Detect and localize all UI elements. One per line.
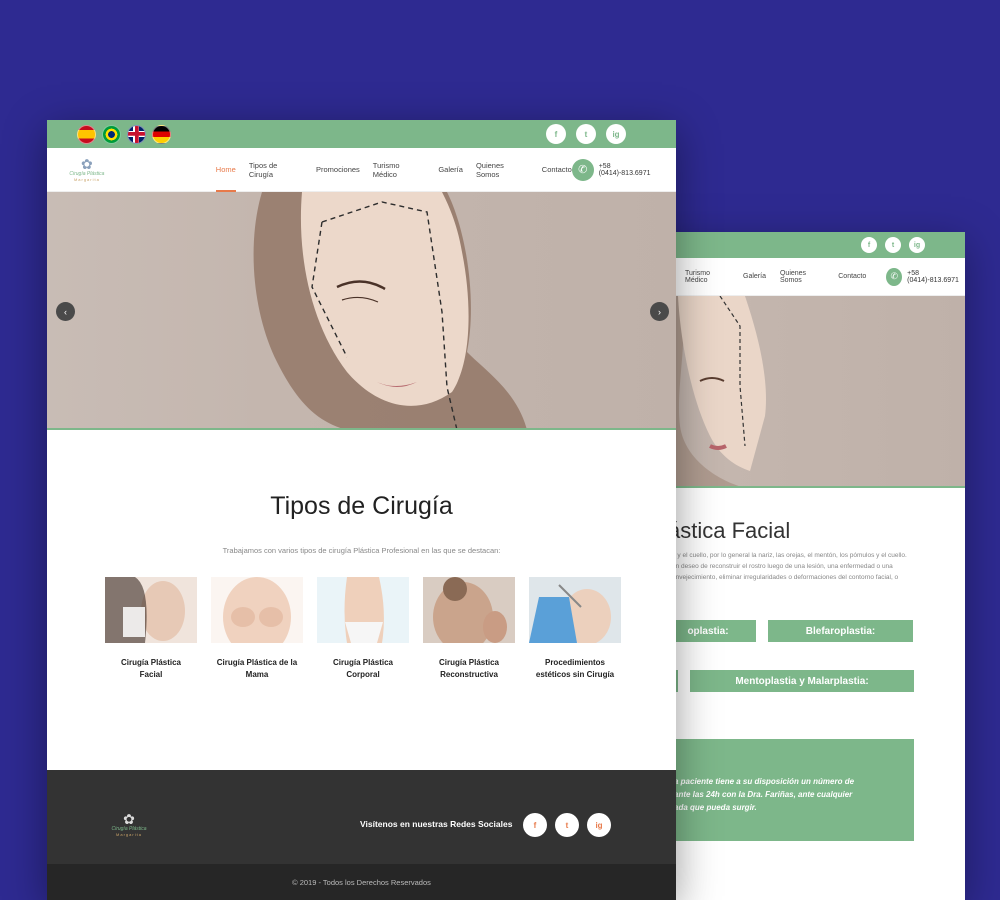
facebook-icon[interactable]: f (546, 124, 566, 144)
card-corporal-image (317, 577, 409, 643)
copyright: © 2019 - Todos los Derechos Reservados (47, 864, 676, 900)
germany-flag-icon[interactable] (152, 124, 171, 144)
flower-icon: ✿ (123, 811, 135, 827)
hero-slider: ‹ › (47, 192, 676, 430)
phone-number: +58 (0414)-813.6971 (907, 269, 959, 284)
uk-flag-icon[interactable] (127, 124, 146, 144)
card-reconstructiva[interactable]: Cirugía Plástica Reconstructiva (423, 577, 515, 681)
section-title: Tipos de Cirugía (270, 492, 453, 520)
facebook-icon[interactable]: f (523, 813, 547, 837)
social-links: f t ig (546, 124, 626, 144)
navbar: ✿ Cirugía Plástica Margarita Home Tipos … (47, 148, 676, 192)
footer-logo[interactable]: ✿ Cirugía Plástica Margarita (107, 812, 151, 837)
twitter-icon[interactable]: t (555, 813, 579, 837)
phone-number: +58 (0414)-813.6971 (598, 162, 651, 177)
nav-quienes[interactable]: Quienes Somos (780, 270, 824, 284)
front-page-mockup: f t ig ✿ Cirugía Plástica Margarita Home… (47, 120, 676, 900)
card-mama-image (211, 577, 303, 643)
card-mama-label: Cirugía Plástica de la Mama (216, 658, 298, 679)
facebook-icon[interactable]: f (861, 237, 877, 253)
nav-turismo[interactable]: Turismo Médico (685, 270, 729, 284)
nav-quienes[interactable]: Quienes Somos (476, 148, 529, 192)
brazil-flag-icon[interactable] (102, 124, 121, 144)
card-facial-image (105, 577, 197, 643)
flower-icon: ✿ (81, 156, 93, 172)
section-intro: Trabajamos con varios tipos de cirugía P… (222, 546, 501, 555)
card-mama[interactable]: Cirugía Plástica de la Mama (211, 577, 303, 681)
footer-social-links: f t ig (523, 813, 611, 837)
card-esteticos-image (529, 577, 621, 643)
face-illustration (253, 192, 527, 428)
phone-icon: ✆ (886, 267, 903, 286)
nav-tipos[interactable]: Tipos de Cirugía (249, 148, 303, 192)
nav-promociones[interactable]: Promociones (316, 148, 360, 192)
spain-flag-icon[interactable] (77, 124, 96, 144)
twitter-icon[interactable]: t (576, 124, 596, 144)
surgery-cards: Cirugía Plástica Facial Cirugía Plástica … (105, 577, 621, 681)
blefaroplastia-button[interactable]: Blefaroplastia: (768, 620, 913, 642)
card-facial-label: Cirugía Plástica Facial (120, 658, 182, 679)
topbar: f t ig (47, 120, 676, 148)
mentoplastia-button[interactable]: Mentoplastia y Malarplastia: (690, 670, 914, 692)
card-corporal-label: Cirugía Plástica Corporal (332, 658, 394, 679)
site-logo[interactable]: ✿ Cirugía Plástica Margarita (65, 157, 109, 182)
social-heading: Visítenos en nuestras Redes Sociales (360, 819, 513, 829)
back-heading: ástica Facial (668, 518, 791, 543)
card-reconstructiva-label: Cirugía Plástica Reconstructiva (438, 658, 500, 679)
slider-next-button[interactable]: › (650, 302, 669, 321)
phone-contact[interactable]: ✆ +58 (0414)-813.6971 (886, 267, 965, 286)
main-menu: Home Tipos de Cirugía Promociones Turism… (215, 148, 572, 192)
nav-contacto[interactable]: Contacto (838, 273, 866, 280)
phone-contact[interactable]: ✆ +58 (0414)-813.6971 (571, 158, 664, 181)
back-callout: a paciente tiene a su disposición un núm… (660, 739, 914, 841)
nav-galeria[interactable]: Galería (438, 148, 463, 192)
card-esteticos[interactable]: Procedimientos estéticos sin Cirugía (529, 577, 621, 681)
nav-galeria[interactable]: Galería (743, 273, 766, 280)
phone-icon: ✆ (571, 158, 594, 181)
slider-prev-button[interactable]: ‹ (56, 302, 75, 321)
card-facial[interactable]: Cirugía Plástica Facial (105, 577, 197, 681)
card-esteticos-label: Procedimientos estéticos sin Cirugía (535, 658, 615, 679)
instagram-icon[interactable]: ig (606, 124, 626, 144)
twitter-icon[interactable]: t (885, 237, 901, 253)
nav-turismo[interactable]: Turismo Médico (373, 148, 426, 192)
nav-contacto[interactable]: Contacto (542, 148, 572, 192)
instagram-icon[interactable]: ig (909, 237, 925, 253)
back-paragraph: a y el cuello, por lo general la nariz, … (672, 552, 907, 581)
instagram-icon[interactable]: ig (587, 813, 611, 837)
nav-home[interactable]: Home (215, 148, 236, 192)
footer: ✿ Cirugía Plástica Margarita Visítenos e… (47, 770, 676, 864)
card-corporal[interactable]: Cirugía Plástica Corporal (317, 577, 409, 681)
language-flags (77, 124, 171, 144)
card-reconstructiva-image (423, 577, 515, 643)
